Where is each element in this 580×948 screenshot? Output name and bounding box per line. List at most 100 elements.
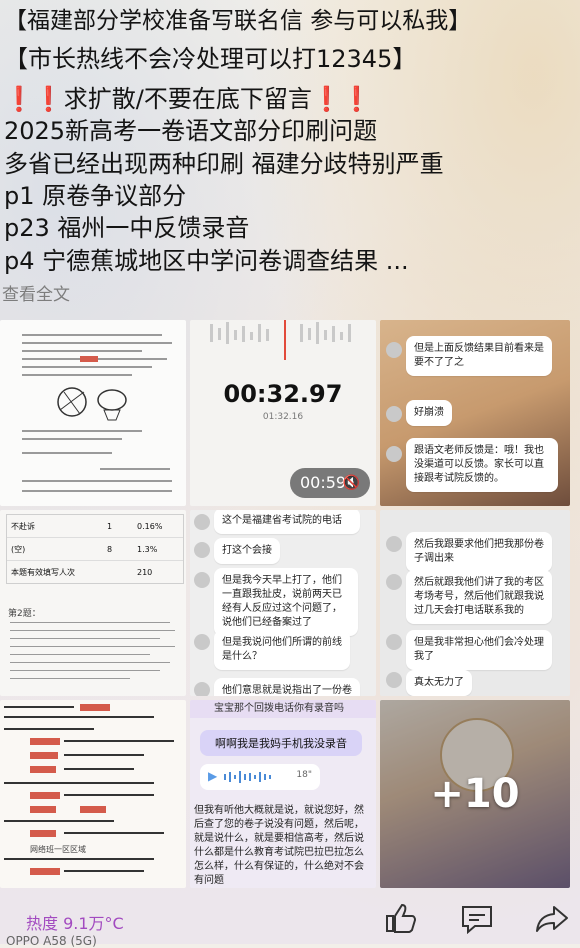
comment-icon[interactable]: [460, 904, 494, 934]
redaction: [30, 792, 60, 799]
chat-label: 网络班一区区域: [30, 845, 86, 854]
avatar: [194, 514, 210, 530]
chat-list: 网络班一区区域: [0, 700, 186, 888]
image-more-overlay[interactable]: +10: [380, 700, 570, 888]
table-row: 本题有效填写人次 210: [11, 567, 153, 577]
text-line: [22, 452, 112, 454]
exam-illustration: [57, 387, 127, 421]
voice-waveform-icon: [224, 771, 271, 783]
voice-message[interactable]: ▶ 18": [200, 764, 320, 790]
device-label: OPPO A58 (5G): [6, 934, 97, 948]
chat-bubble: 但是我非常担心他们会冷处理我了: [406, 630, 552, 670]
chat-bubble: 然后我跟要求他们把我那份卷子调出来: [406, 532, 552, 572]
recording-timer: 00:32.97: [223, 380, 343, 408]
post-line-3-text: 求扩散/不要在底下留言: [63, 85, 312, 113]
like-icon[interactable]: [384, 902, 418, 934]
text-line: [64, 740, 174, 742]
redaction: [30, 766, 56, 773]
text-line: [10, 646, 175, 647]
redaction: [30, 752, 58, 759]
image-chat-feedback[interactable]: 但是上面反馈结果目前看来是要不了了之 好崩溃 跟语文老师反馈是：哦！我也没渠道可…: [380, 320, 570, 506]
image-chat-voice[interactable]: 宝宝那个回拨电话你有录音吗 啊啊我是我妈手机我没录音 ▶ 18" 但我有听他大概…: [190, 700, 376, 888]
image-grid: 00:32.97 01:32.16 00:59 🔇 但是上面反馈结果目前看来是要…: [0, 320, 570, 888]
text-line: [64, 768, 134, 770]
avatar: [386, 406, 402, 422]
chat-bubble: 好崩溃: [406, 400, 452, 426]
avatar: [386, 574, 402, 590]
chat-bubble: 这个是福建省考试院的电话: [214, 510, 360, 534]
avatar: [194, 634, 210, 650]
text-line: [64, 832, 164, 834]
text-line: [22, 350, 142, 352]
text-line: [4, 820, 114, 822]
avatar: [194, 542, 210, 558]
redaction: [30, 830, 56, 837]
more-images-count[interactable]: +10: [380, 700, 570, 888]
redaction: [80, 806, 106, 813]
chat-bubble: 真太无力了: [406, 670, 472, 696]
share-icon[interactable]: [534, 904, 570, 934]
play-icon[interactable]: ▶: [208, 769, 217, 783]
image-chat-followup[interactable]: 然后我跟要求他们把我那份卷子调出来 然后就跟我他们讲了我的考区考场考号，然后他们…: [380, 510, 570, 696]
redaction: [30, 806, 56, 813]
chat-bubble: 但是上面反馈结果目前看来是要不了了之: [406, 336, 552, 376]
text-line: [10, 654, 150, 655]
text-line: [64, 794, 154, 796]
avatar: [386, 536, 402, 552]
video-duration-pill: 00:59 🔇: [290, 468, 370, 498]
text-line: [22, 334, 162, 336]
text-line: [4, 782, 154, 784]
text-line: [64, 754, 144, 756]
text-line: [10, 670, 160, 671]
image-chat-exam-office[interactable]: 这个是福建省考试院的电话 打这个会接 但是我今天早上打了，他们一直跟我扯皮，说前…: [190, 510, 376, 696]
text-line: [10, 622, 170, 623]
text-line: [10, 678, 130, 679]
redaction: [80, 704, 110, 711]
chat-bubble: 啊啊我是我妈手机我没录音: [200, 730, 362, 756]
text-line: [22, 342, 172, 344]
post-line-5: 多省已经出现两种印刷 福建分歧特别严重: [4, 150, 444, 178]
question-label: 第2题：: [8, 609, 41, 619]
text-line: [22, 438, 122, 440]
chat-bubble: 打这个会接: [214, 538, 280, 564]
post-line-2: 【市长热线不会冷处理可以打12345】: [4, 45, 417, 73]
avatar: [194, 682, 210, 696]
image-group-chat[interactable]: 网络班一区区域: [0, 700, 186, 888]
text-line: [10, 638, 160, 639]
survey-table: 不赴诉 1 0.16% (空) 8 1.3% 本题有效填写人次 210: [6, 514, 184, 584]
text-line: [4, 858, 154, 860]
post-line-6: p1 原卷争议部分: [4, 182, 187, 210]
avatar: [386, 342, 402, 358]
text-line: [10, 662, 170, 663]
image-survey-table[interactable]: 不赴诉 1 0.16% (空) 8 1.3% 本题有效填写人次 210 第2题：: [0, 510, 186, 696]
avatar: [194, 572, 210, 588]
text-line: [22, 490, 172, 492]
exclamation-icon: ❗❗: [311, 85, 372, 113]
post-line-1: 【福建部分学校准备写联名信 参与可以私我】: [4, 8, 472, 34]
mute-icon[interactable]: 🔇: [343, 468, 360, 498]
image-exam-paper[interactable]: [0, 320, 186, 506]
redaction: [30, 868, 60, 875]
text-line: [10, 630, 175, 631]
avatar: [386, 446, 402, 462]
chat-bubble: 跟语文老师反馈是：哦！我也没渠道可以反馈。家长可以直接跟考试院反馈的。: [406, 438, 558, 492]
post-line-4: 2025新高考一卷语文部分印刷问题: [4, 117, 378, 145]
text-line: [22, 430, 142, 432]
recording-subtimer: 01:32.16: [262, 412, 304, 422]
chat-long-message: 但我有听他大概就是说，就说您好，然后查了您的卷子说没有问题，然后呢，就是说什么，…: [194, 805, 364, 886]
chat-bubble: 然后就跟我他们讲了我的考区考场考号，然后他们就跟我说过几天会打电话联系我的: [406, 570, 552, 624]
exclamation-icon: ❗❗: [4, 85, 64, 113]
table-row: 不赴诉 1 0.16%: [7, 515, 183, 538]
post-line-7: p23 福州一中反馈录音: [4, 214, 250, 242]
image-audio-recording[interactable]: 00:32.97 01:32.16 00:59 🔇: [190, 320, 376, 506]
redaction: [30, 738, 60, 745]
reply-banner: 宝宝那个回拨电话你有录音吗: [190, 700, 376, 718]
expand-full-text-link[interactable]: 查看全文: [2, 280, 70, 305]
video-duration: 00:59: [300, 473, 347, 492]
highlight-mark: [80, 356, 98, 362]
post-line-3: ❗❗求扩散/不要在底下留言❗❗: [4, 84, 372, 114]
text-line: [64, 870, 144, 872]
text-line: [4, 706, 74, 708]
post-line-8: p4 宁德蕉城地区中学问卷调查结果 ...: [4, 247, 409, 275]
text-line: [22, 366, 152, 368]
